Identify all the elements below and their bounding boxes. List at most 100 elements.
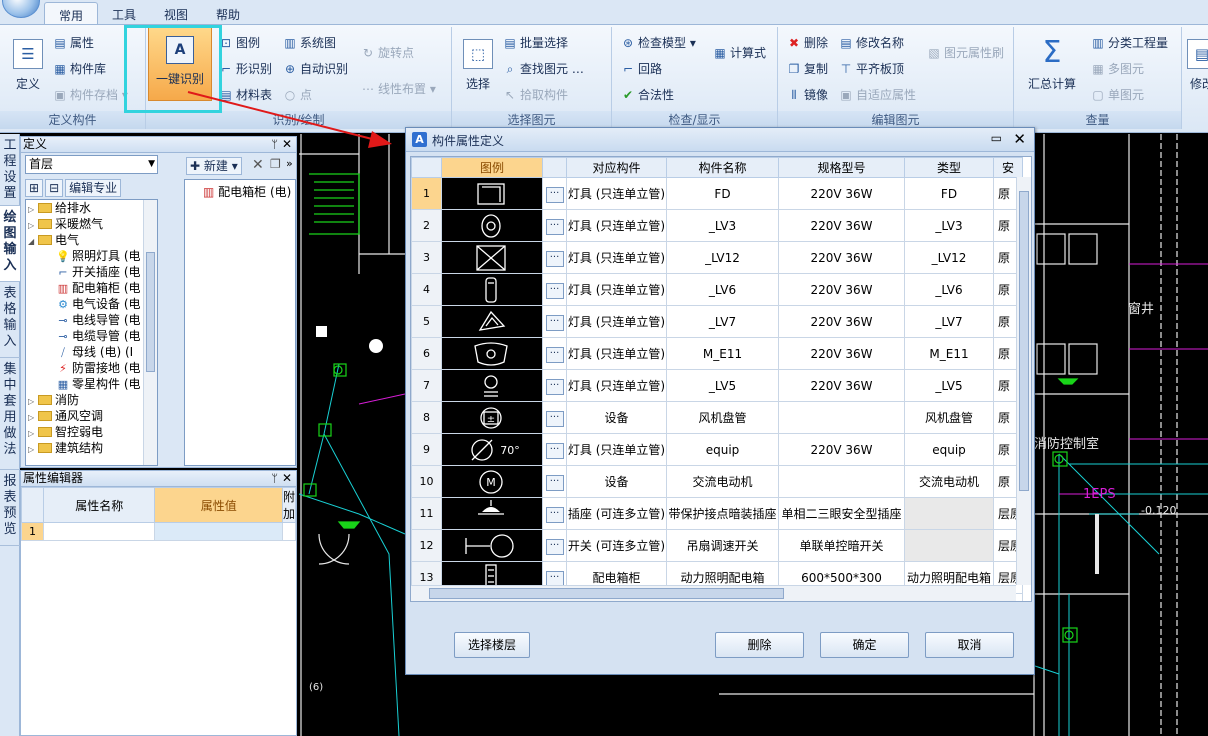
spec-cell[interactable] bbox=[778, 401, 905, 434]
component-cell[interactable]: 灯具 (只连单立管) bbox=[566, 273, 667, 306]
attr-button[interactable]: ▤ 属性 bbox=[52, 33, 94, 53]
ellipsis-button[interactable]: ··· bbox=[545, 346, 564, 363]
pin-icon[interactable]: ᛘ bbox=[271, 137, 278, 152]
tree-item[interactable]: ▷ 智控弱电 bbox=[26, 424, 157, 440]
name-cell[interactable]: _LV6 bbox=[666, 273, 779, 306]
spec-cell[interactable]: 220V 36W bbox=[778, 209, 905, 242]
select-floor-button[interactable]: 选择楼层 bbox=[454, 632, 530, 658]
floor-select[interactable]: 首层 ▼ bbox=[25, 155, 158, 174]
spec-cell[interactable]: 220V 36W bbox=[778, 241, 905, 274]
tree-item[interactable]: ⚡ 防雷接地 (电 bbox=[26, 360, 157, 376]
maximize-icon[interactable]: ▭ bbox=[991, 131, 1002, 145]
type-cell[interactable]: _LV5 bbox=[904, 369, 994, 402]
ellipsis-button[interactable]: ··· bbox=[545, 218, 564, 235]
auto-recognize-button[interactable]: ⊕ 自动识别 bbox=[282, 59, 348, 79]
tree-scrollbar[interactable] bbox=[143, 200, 157, 465]
vtab-drawing-input[interactable]: 绘图输入 bbox=[0, 206, 20, 282]
type-cell[interactable]: 交流电动机 bbox=[904, 465, 994, 498]
component-cell[interactable]: 设备 bbox=[566, 401, 667, 434]
table-row[interactable]: 11 ··· 插座 (可连多立管) 带保护接点暗装插座 单相二三眼安全型插座 层原 bbox=[411, 497, 1024, 530]
prop-brush-button[interactable]: ▧ 图元属性刷 bbox=[926, 43, 1004, 63]
name-cell[interactable]: 吊扇调速开关 bbox=[666, 529, 779, 562]
ok-button[interactable]: 确定 bbox=[820, 632, 909, 658]
legend-picker[interactable]: ··· bbox=[542, 497, 567, 530]
tree-item[interactable]: ▷ 采暖燃气 bbox=[26, 216, 157, 232]
shape-recognize-button[interactable]: ⌐ 形识别 bbox=[218, 59, 272, 79]
type-cell[interactable]: _LV12 bbox=[904, 241, 994, 274]
delete-component-icon[interactable]: ✕ bbox=[252, 157, 264, 173]
ellipsis-button[interactable]: ··· bbox=[545, 474, 564, 491]
legend-picker[interactable]: ··· bbox=[542, 529, 567, 562]
sum-calc-button[interactable]: Σ 汇总计算 bbox=[1024, 31, 1080, 105]
flat-top-button[interactable]: ⊤ 平齐板顶 bbox=[838, 59, 904, 79]
copy-component-icon[interactable]: ❐ bbox=[270, 157, 281, 171]
define-button[interactable]: ☰ 定义 bbox=[8, 31, 48, 105]
copy-button[interactable]: ❐ 复制 bbox=[786, 59, 828, 79]
tree-item[interactable]: ⧸ 母线 (电) (I bbox=[26, 344, 157, 360]
close-icon[interactable]: ✕ bbox=[282, 137, 292, 152]
spec-cell[interactable]: 220V 36W bbox=[778, 369, 905, 402]
delete-button[interactable]: 删除 bbox=[715, 632, 804, 658]
type-cell[interactable]: FD bbox=[904, 177, 994, 210]
tab-help[interactable]: 帮助 bbox=[202, 2, 254, 24]
spec-cell[interactable]: 220V 36W bbox=[778, 177, 905, 210]
name-cell[interactable]: equip bbox=[666, 433, 779, 466]
ellipsis-button[interactable]: ··· bbox=[545, 538, 564, 555]
col-component[interactable]: 对应构件 bbox=[566, 157, 667, 178]
name-cell[interactable]: M_E11 bbox=[666, 337, 779, 370]
ellipsis-button[interactable]: ··· bbox=[545, 186, 564, 203]
name-cell[interactable]: _LV7 bbox=[666, 305, 779, 338]
cancel-button[interactable]: 取消 bbox=[925, 632, 1014, 658]
table-row[interactable]: 9 70° ··· 灯具 (只连单立管) equip 220V 36W equip 原 bbox=[411, 433, 1024, 466]
legend-picker[interactable]: ··· bbox=[542, 337, 567, 370]
component-cell[interactable]: 设备 bbox=[566, 465, 667, 498]
type-cell[interactable]: _LV6 bbox=[904, 273, 994, 306]
classify-quantity-button[interactable]: ▥ 分类工程量 bbox=[1090, 33, 1168, 53]
legend-picker[interactable]: ··· bbox=[542, 369, 567, 402]
collapse-all-button[interactable]: ⊟ bbox=[45, 179, 64, 197]
legend-picker[interactable]: ··· bbox=[542, 209, 567, 242]
component-cell[interactable]: 灯具 (只连单立管) bbox=[566, 209, 667, 242]
spec-cell[interactable]: 220V 36W bbox=[778, 337, 905, 370]
rotate-point-button[interactable]: ↻ 旋转点 bbox=[360, 43, 414, 63]
name-cell[interactable]: 风机盘管 bbox=[666, 401, 779, 434]
expand-all-button[interactable]: ⊞ bbox=[25, 179, 44, 197]
select-button[interactable]: ⬚ 选择 bbox=[458, 31, 498, 105]
batch-select-button[interactable]: ▤ 批量选择 bbox=[502, 33, 568, 53]
legend-picker[interactable]: ··· bbox=[542, 433, 567, 466]
spec-cell[interactable]: 220V 36W bbox=[778, 433, 905, 466]
type-cell[interactable]: equip bbox=[904, 433, 994, 466]
component-cell[interactable]: 开关 (可连多立管) bbox=[566, 529, 667, 562]
spec-cell[interactable]: 220V 36W bbox=[778, 305, 905, 338]
more-icon[interactable]: » bbox=[286, 157, 293, 170]
component-cell[interactable]: 灯具 (只连单立管) bbox=[566, 241, 667, 274]
legend-button[interactable]: ⊡ 图例 bbox=[218, 33, 260, 53]
type-cell[interactable]: _LV3 bbox=[904, 209, 994, 242]
adaptive-prop-button[interactable]: ▣ 自适应属性 bbox=[838, 85, 916, 105]
ellipsis-button[interactable]: ··· bbox=[545, 250, 564, 267]
formula-button[interactable]: ▦ 计算式 bbox=[712, 43, 766, 63]
rename-button[interactable]: ▤ 修改名称 bbox=[838, 33, 904, 53]
col-type[interactable]: 类型 bbox=[904, 157, 994, 178]
spec-cell[interactable] bbox=[778, 465, 905, 498]
app-logo[interactable] bbox=[0, 0, 44, 22]
pin-icon[interactable]: ᛘ bbox=[271, 471, 278, 486]
spec-cell[interactable]: 220V 36W bbox=[778, 273, 905, 306]
vtab-report-preview[interactable]: 报表预览 bbox=[0, 470, 20, 546]
table-row[interactable]: 7 ··· 灯具 (只连单立管) _LV5 220V 36W _LV5 原 bbox=[411, 369, 1024, 402]
spec-cell[interactable]: 单相二三眼安全型插座 bbox=[778, 497, 905, 530]
component-lib-button[interactable]: ▦ 构件库 bbox=[52, 59, 106, 79]
type-cell[interactable]: M_E11 bbox=[904, 337, 994, 370]
name-cell[interactable]: 带保护接点暗装插座 bbox=[666, 497, 779, 530]
table-row[interactable]: 3 ··· 灯具 (只连单立管) _LV12 220V 36W _LV12 原 bbox=[411, 241, 1024, 274]
component-cell[interactable]: 灯具 (只连单立管) bbox=[566, 369, 667, 402]
type-cell[interactable]: _LV7 bbox=[904, 305, 994, 338]
col-name[interactable]: 构件名称 bbox=[666, 157, 779, 178]
list-item[interactable]: ▥ 配电箱柜 (电) bbox=[185, 180, 295, 200]
tree-item[interactable]: ▷ 消防 bbox=[26, 392, 157, 408]
new-button[interactable]: ✚ 新建 ▾ bbox=[186, 157, 242, 175]
table-row[interactable]: 10 M ··· 设备 交流电动机 交流电动机原 bbox=[411, 465, 1024, 498]
multi-element-button[interactable]: ▦ 多图元 bbox=[1090, 59, 1144, 79]
tab-view[interactable]: 视图 bbox=[150, 2, 202, 24]
linear-layout-button[interactable]: ⋯ 线性布置 ▾ bbox=[360, 79, 436, 99]
